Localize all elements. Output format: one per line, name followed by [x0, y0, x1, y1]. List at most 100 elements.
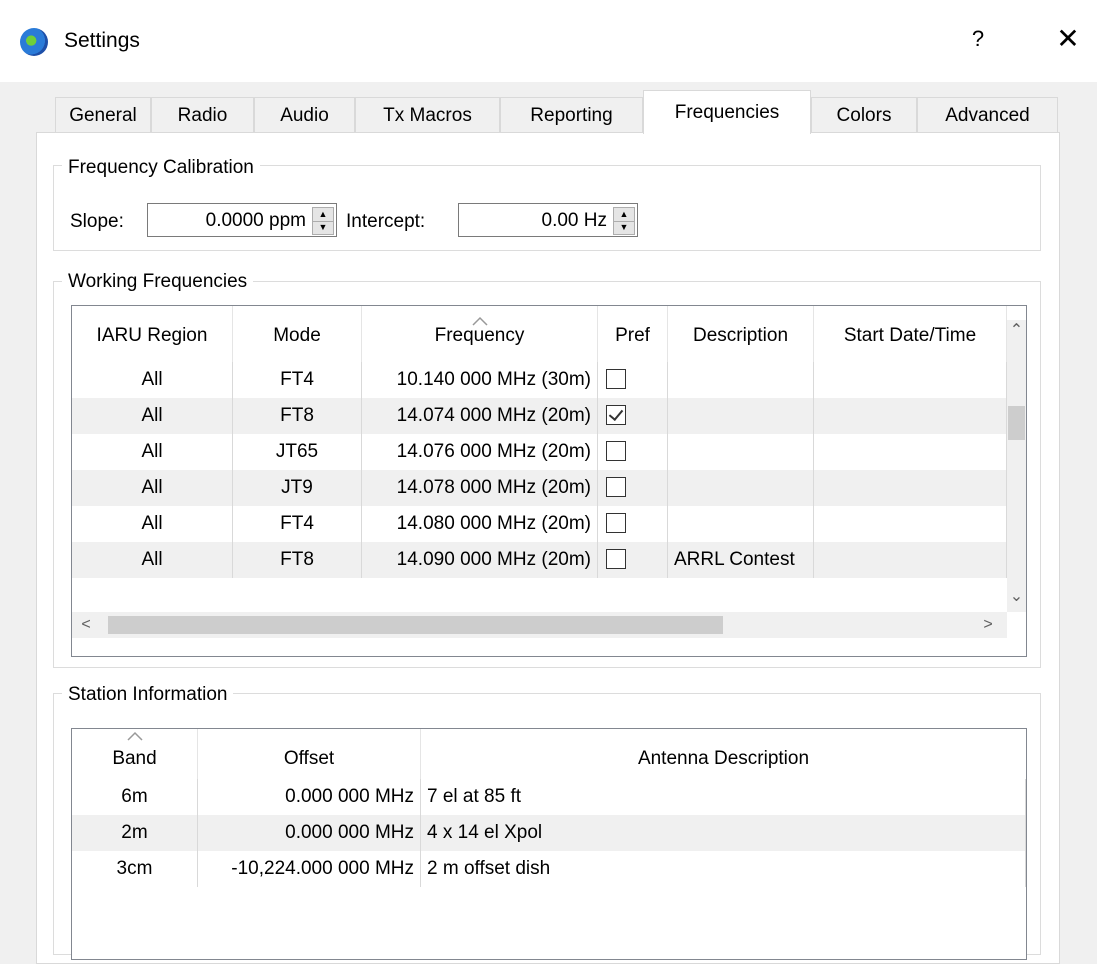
sort-ascending-icon	[471, 316, 488, 326]
cell-start-date-time[interactable]	[814, 542, 1007, 578]
tab-colors[interactable]: Colors	[811, 97, 917, 132]
column-header-description[interactable]: Description	[668, 306, 814, 366]
scroll-left-icon[interactable]: <	[76, 612, 96, 638]
spin-down-icon[interactable]: ▼	[614, 221, 634, 234]
cell-start-date-time[interactable]	[814, 506, 1007, 542]
table-row[interactable]: All JT65 14.076 000 MHz (20m)	[72, 434, 1007, 470]
table-row[interactable]: 3cm -10,224.000 000 MHz 2 m offset dish	[72, 851, 1026, 887]
scroll-up-icon[interactable]: ⌃	[1007, 320, 1026, 342]
cell-description[interactable]	[668, 506, 814, 542]
cell-start-date-time[interactable]	[814, 398, 1007, 434]
tab-tx-macros[interactable]: Tx Macros	[355, 97, 500, 132]
cell-description[interactable]	[668, 470, 814, 506]
cell-offset[interactable]: 0.000 000 MHz	[198, 815, 421, 851]
working-frequencies-table[interactable]: IARU Region Mode Frequency Pref Descript…	[71, 305, 1027, 657]
cell-iaru-region[interactable]: All	[72, 506, 233, 542]
intercept-spinbox[interactable]: 0.00 Hz ▲ ▼	[458, 203, 638, 237]
cell-band[interactable]: 2m	[72, 815, 198, 851]
cell-pref	[598, 398, 668, 434]
horizontal-scrollbar[interactable]: < >	[72, 612, 1007, 638]
cell-frequency[interactable]: 14.074 000 MHz (20m)	[362, 398, 598, 434]
checkbox-unchecked-icon[interactable]	[606, 549, 626, 569]
cell-description[interactable]	[668, 434, 814, 470]
cell-mode[interactable]: JT65	[233, 434, 362, 470]
cell-iaru-region[interactable]: All	[72, 434, 233, 470]
spin-up-icon[interactable]: ▲	[614, 208, 634, 222]
cell-iaru-region[interactable]: All	[72, 398, 233, 434]
vertical-scrollbar[interactable]: ⌃ ⌄	[1007, 320, 1026, 612]
cell-antenna-description[interactable]: 7 el at 85 ft	[421, 779, 1026, 815]
station-information-rows: 6m 0.000 000 MHz 7 el at 85 ft 2m 0.000 000 …	[72, 779, 1026, 929]
close-button[interactable]: ✕	[1051, 22, 1085, 55]
spin-down-icon[interactable]: ▼	[313, 221, 333, 234]
tab-advanced[interactable]: Advanced	[917, 97, 1058, 132]
table-row[interactable]: All JT9 14.078 000 MHz (20m)	[72, 470, 1007, 506]
cell-mode[interactable]: FT8	[233, 398, 362, 434]
column-header-label: Frequency	[434, 325, 525, 346]
cell-offset[interactable]: -10,224.000 000 MHz	[198, 851, 421, 887]
tab-label: Audio	[280, 105, 329, 126]
slope-spin-buttons[interactable]: ▲ ▼	[312, 207, 334, 235]
column-header-iaru-region[interactable]: IARU Region	[72, 306, 233, 366]
tab-frequencies[interactable]: Frequencies	[643, 90, 811, 134]
cell-mode[interactable]: FT8	[233, 542, 362, 578]
cell-frequency[interactable]: 14.080 000 MHz (20m)	[362, 506, 598, 542]
cell-description[interactable]	[668, 398, 814, 434]
checkbox-unchecked-icon[interactable]	[606, 513, 626, 533]
cell-frequency[interactable]: 14.078 000 MHz (20m)	[362, 470, 598, 506]
intercept-spin-buttons[interactable]: ▲ ▼	[613, 207, 635, 235]
intercept-label: Intercept:	[346, 211, 426, 232]
table-row[interactable]: All FT8 14.074 000 MHz (20m)	[72, 398, 1007, 434]
column-header-pref[interactable]: Pref	[598, 306, 668, 366]
cell-antenna-description[interactable]: 2 m offset dish	[421, 851, 1026, 887]
table-row[interactable]: All FT4 14.080 000 MHz (20m)	[72, 506, 1007, 542]
cell-iaru-region[interactable]: All	[72, 542, 233, 578]
tab-general[interactable]: General	[55, 97, 151, 132]
cell-start-date-time[interactable]	[814, 362, 1007, 398]
cell-description[interactable]: ARRL Contest	[668, 542, 814, 578]
help-button[interactable]: ?	[963, 26, 993, 52]
cell-frequency[interactable]: 14.090 000 MHz (20m)	[362, 542, 598, 578]
checkbox-checked-icon[interactable]	[606, 405, 626, 425]
spin-up-icon[interactable]: ▲	[313, 208, 333, 222]
cell-antenna-description[interactable]: 4 x 14 el Xpol	[421, 815, 1026, 851]
checkbox-unchecked-icon[interactable]	[606, 441, 626, 461]
cell-pref	[598, 506, 668, 542]
cell-start-date-time[interactable]	[814, 434, 1007, 470]
column-header-frequency[interactable]: Frequency	[362, 306, 598, 366]
column-header-mode[interactable]: Mode	[233, 306, 362, 366]
app-globe-icon	[20, 28, 48, 56]
cell-iaru-region[interactable]: All	[72, 470, 233, 506]
cell-mode[interactable]: JT9	[233, 470, 362, 506]
cell-pref	[598, 542, 668, 578]
scroll-down-icon[interactable]: ⌄	[1007, 586, 1026, 608]
tab-radio[interactable]: Radio	[151, 97, 254, 132]
cell-offset[interactable]: 0.000 000 MHz	[198, 779, 421, 815]
vertical-scroll-thumb[interactable]	[1008, 406, 1025, 440]
table-row[interactable]: 2m 0.000 000 MHz 4 x 14 el Xpol	[72, 815, 1026, 851]
table-row[interactable]: All FT4 10.140 000 MHz (30m)	[72, 362, 1007, 398]
working-frequencies-title: Working Frequencies	[62, 271, 254, 293]
checkbox-unchecked-icon[interactable]	[606, 369, 626, 389]
cell-start-date-time[interactable]	[814, 470, 1007, 506]
cell-frequency[interactable]: 14.076 000 MHz (20m)	[362, 434, 598, 470]
tab-audio[interactable]: Audio	[254, 97, 355, 132]
title-bar: Settings ? ✕	[0, 0, 1097, 82]
cell-description[interactable]	[668, 362, 814, 398]
cell-iaru-region[interactable]: All	[72, 362, 233, 398]
cell-mode[interactable]: FT4	[233, 506, 362, 542]
cell-band[interactable]: 3cm	[72, 851, 198, 887]
cell-band[interactable]: 6m	[72, 779, 198, 815]
cell-frequency[interactable]: 10.140 000 MHz (30m)	[362, 362, 598, 398]
table-row[interactable]: 6m 0.000 000 MHz 7 el at 85 ft	[72, 779, 1026, 815]
station-information-table[interactable]: Band Offset Antenna Description 6m 0.000 …	[71, 728, 1027, 960]
column-header-start-date-time[interactable]: Start Date/Time	[814, 306, 1007, 366]
cell-mode[interactable]: FT4	[233, 362, 362, 398]
working-frequencies-rows: All FT4 10.140 000 MHz (30m) All FT8 14.074 0…	[72, 362, 1007, 612]
tab-reporting[interactable]: Reporting	[500, 97, 643, 132]
horizontal-scroll-thumb[interactable]	[108, 616, 723, 634]
scroll-right-icon[interactable]: >	[978, 612, 998, 638]
table-row[interactable]: All FT8 14.090 000 MHz (20m) ARRL Contest	[72, 542, 1007, 578]
checkbox-unchecked-icon[interactable]	[606, 477, 626, 497]
slope-spinbox[interactable]: 0.0000 ppm ▲ ▼	[147, 203, 337, 237]
